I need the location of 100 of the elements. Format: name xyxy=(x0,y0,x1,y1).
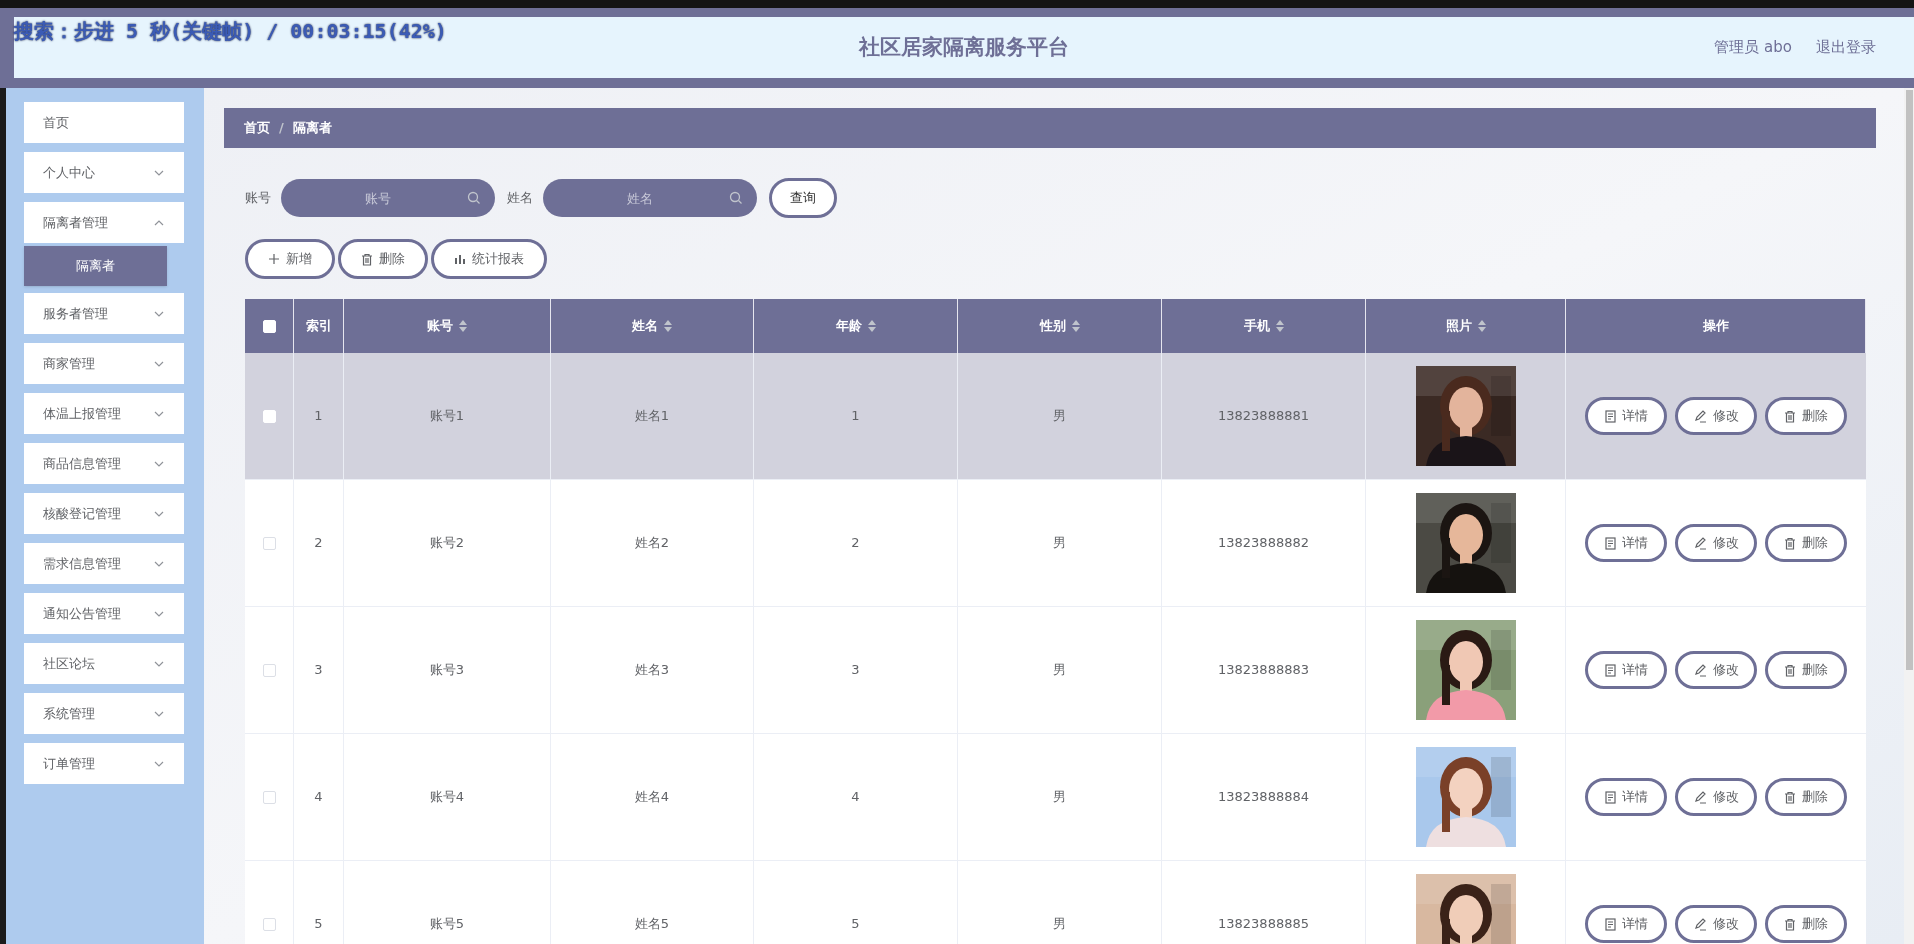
sidebar-item[interactable]: 通知公告管理 xyxy=(24,593,184,634)
scrollbar-thumb[interactable] xyxy=(1905,90,1913,670)
row-checkbox[interactable] xyxy=(262,790,276,804)
sort-icon[interactable] xyxy=(1275,320,1284,332)
toolbar-button[interactable]: 新增 xyxy=(245,239,335,279)
row-action-button[interactable]: 修改 xyxy=(1675,905,1757,943)
table-cell-text: 3 xyxy=(851,661,860,680)
row-action-button[interactable]: 修改 xyxy=(1675,651,1757,689)
table-cell-text: 4 xyxy=(314,788,323,807)
table-cell-text: 13823888885 xyxy=(1218,915,1309,934)
table-cell-text: 账号4 xyxy=(429,788,465,807)
column-header: 账号 xyxy=(427,317,453,336)
table-cell-text: 男 xyxy=(1053,788,1066,807)
sidebar-item[interactable]: 隔离者管理 xyxy=(24,202,184,243)
table-cell-text: 男 xyxy=(1053,661,1066,680)
document-icon xyxy=(1604,917,1616,931)
column-header: 照片 xyxy=(1445,317,1472,336)
row-checkbox[interactable] xyxy=(262,536,276,550)
sort-icon[interactable] xyxy=(867,320,876,332)
row-action-button[interactable]: 修改 xyxy=(1675,524,1757,562)
table-cell-text: 13823888881 xyxy=(1218,407,1309,426)
table-cell-text: 1 xyxy=(314,407,323,426)
table-row[interactable]: 3 账号3 姓名3 3 男 13823888883 详情 修改 删除 xyxy=(245,607,1866,734)
field-label: 账号 xyxy=(245,189,271,208)
table-row[interactable]: 4 账号4 姓名4 4 男 13823888884 详情 修改 删除 xyxy=(245,734,1866,861)
document-icon xyxy=(1604,663,1616,677)
table-cell-text: 账号3 xyxy=(429,661,465,680)
trash-icon xyxy=(1784,917,1796,931)
table-cell-text: 男 xyxy=(1053,407,1066,426)
table-cell-text: 账号1 xyxy=(429,407,465,426)
column-header: 姓名 xyxy=(632,317,658,336)
row-checkbox[interactable] xyxy=(262,917,276,931)
sort-icon[interactable] xyxy=(1071,320,1080,332)
table-cell-text: 账号2 xyxy=(429,534,465,553)
player-osd-text: 搜索：步进 5 秒(关键帧) / 00:03:15(42%) xyxy=(14,18,447,45)
search-icon xyxy=(467,191,481,205)
toolbar-button[interactable]: 统计报表 xyxy=(431,239,547,279)
column-header: 操作 xyxy=(1702,317,1729,336)
row-action-button[interactable]: 删除 xyxy=(1765,905,1847,943)
toolbar-button[interactable]: 删除 xyxy=(338,239,428,279)
pencil-icon xyxy=(1693,917,1707,931)
select-all-checkbox[interactable] xyxy=(262,319,276,333)
table-cell-text: 男 xyxy=(1053,534,1066,553)
sidebar-item[interactable]: 商家管理 xyxy=(24,343,184,384)
trash-icon xyxy=(1784,536,1796,550)
row-action-button[interactable]: 修改 xyxy=(1675,778,1757,816)
search-field[interactable]: 账号 xyxy=(281,179,495,217)
sidebar-item[interactable]: 系统管理 xyxy=(24,693,184,734)
sidebar-item[interactable]: 核酸登记管理 xyxy=(24,493,184,534)
trash-icon xyxy=(1784,409,1796,423)
pencil-icon xyxy=(1693,663,1707,677)
plus-icon xyxy=(268,253,280,265)
row-action-button[interactable]: 详情 xyxy=(1585,397,1667,435)
row-checkbox[interactable] xyxy=(262,663,276,677)
sidebar-item[interactable]: 服务者管理 xyxy=(24,293,184,334)
table-cell-text: 姓名3 xyxy=(634,661,670,680)
row-action-button[interactable]: 删除 xyxy=(1765,524,1847,562)
sidebar-item[interactable]: 社区论坛 xyxy=(24,643,184,684)
sidebar-item[interactable]: 商品信息管理 xyxy=(24,443,184,484)
sidebar-item[interactable]: 个人中心 xyxy=(24,152,184,193)
table-cell-text: 5 xyxy=(314,915,323,934)
sort-icon[interactable] xyxy=(664,320,672,332)
row-action-button[interactable]: 删除 xyxy=(1765,397,1847,435)
table-cell-text: 账号5 xyxy=(429,915,465,934)
field-label: 姓名 xyxy=(507,189,533,208)
row-action-button[interactable]: 删除 xyxy=(1765,651,1847,689)
sidebar-item[interactable]: 订单管理 xyxy=(24,743,184,784)
row-action-button[interactable]: 修改 xyxy=(1675,397,1757,435)
table-row[interactable]: 1 账号1 姓名1 1 男 13823888881 详情 修改 删除 xyxy=(245,353,1866,480)
table-row[interactable]: 2 账号2 姓名2 2 男 13823888882 详情 修改 删除 xyxy=(245,480,1866,607)
table-cell-text: 2 xyxy=(851,534,860,553)
search-field[interactable]: 姓名 xyxy=(543,179,757,217)
sidebar-subitem[interactable]: 隔离者 xyxy=(24,246,167,286)
breadcrumb-separator: / xyxy=(279,119,284,138)
table-cell-text: 男 xyxy=(1053,915,1066,934)
column-header: 性别 xyxy=(1039,317,1066,336)
row-action-button[interactable]: 删除 xyxy=(1765,778,1847,816)
table-cell-text: 1 xyxy=(851,407,860,426)
table-cell-text: 2 xyxy=(314,534,323,553)
sidebar-item[interactable]: 需求信息管理 xyxy=(24,543,184,584)
page-title: 社区居家隔离服务平台 xyxy=(859,33,1069,61)
row-action-button[interactable]: 详情 xyxy=(1585,905,1667,943)
sidebar-item[interactable]: 体温上报管理 xyxy=(24,393,184,434)
row-action-button[interactable]: 详情 xyxy=(1585,524,1667,562)
table-cell-text: 13823888883 xyxy=(1218,661,1309,680)
trash-icon xyxy=(1784,663,1796,677)
sidebar-item[interactable]: 首页 xyxy=(24,102,184,143)
search-icon xyxy=(729,191,743,205)
query-button[interactable]: 查询 xyxy=(769,178,837,218)
sort-icon[interactable] xyxy=(459,320,467,332)
logout-link[interactable]: 退出登录 xyxy=(1816,36,1876,59)
row-action-button[interactable]: 详情 xyxy=(1585,651,1667,689)
pencil-icon xyxy=(1693,536,1707,550)
sort-icon[interactable] xyxy=(1477,320,1486,332)
table-cell-text: 13823888882 xyxy=(1218,534,1309,553)
breadcrumb-item[interactable]: 首页 xyxy=(244,118,270,138)
breadcrumb-item[interactable]: 隔离者 xyxy=(292,118,332,138)
bar-chart-icon xyxy=(454,253,466,265)
table-cell-text: 姓名4 xyxy=(634,788,670,807)
row-action-button[interactable]: 详情 xyxy=(1585,778,1667,816)
